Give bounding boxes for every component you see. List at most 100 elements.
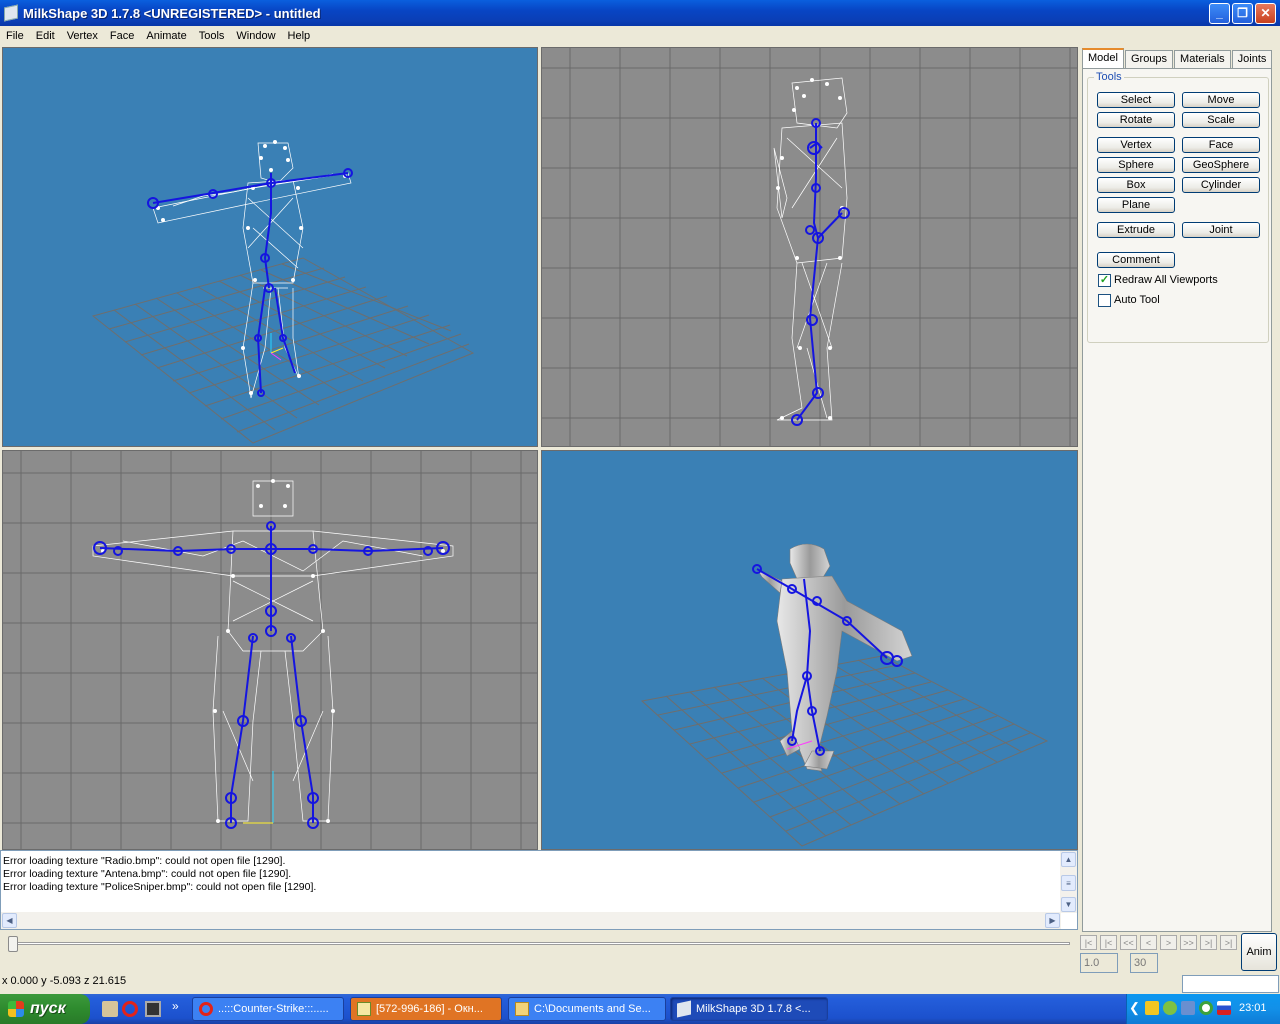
- start-button[interactable]: пуск: [0, 994, 90, 1024]
- menu-vertex[interactable]: Vertex: [61, 30, 104, 42]
- tab-model[interactable]: Model: [1082, 48, 1124, 69]
- tab-joints[interactable]: Joints: [1231, 50, 1273, 69]
- tools-groupbox: Tools Select Move Rotate Scale Vertex Fa…: [1087, 71, 1269, 343]
- scroll-up-icon[interactable]: ▲: [1061, 852, 1076, 867]
- language-flag-icon[interactable]: [1217, 1001, 1231, 1015]
- next-frame-button[interactable]: >: [1160, 935, 1177, 950]
- scroll-right-icon[interactable]: ▶: [1045, 913, 1060, 928]
- viewport-side[interactable]: [541, 47, 1078, 447]
- joint-button[interactable]: Joint: [1182, 222, 1260, 238]
- menu-bar: File Edit Vertex Face Animate Tools Wind…: [0, 26, 1280, 46]
- perspective-shaded-scene: [640, 543, 1049, 847]
- redraw-all-checkbox[interactable]: ✓: [1098, 274, 1111, 287]
- anim-toggle-button[interactable]: Anim: [1241, 933, 1277, 971]
- move-button[interactable]: Move: [1182, 92, 1260, 108]
- chat-icon: [357, 1002, 371, 1016]
- scroll-thumb[interactable]: ≡: [1061, 875, 1076, 891]
- first-frame-button[interactable]: |<: [1080, 935, 1097, 950]
- status-bar: x 0.000 y -5.093 z 21.615: [0, 974, 1280, 994]
- app-quicklaunch-icon[interactable]: [145, 1001, 161, 1017]
- menu-face[interactable]: Face: [104, 30, 140, 42]
- prev-key-button[interactable]: |<: [1100, 935, 1117, 950]
- comment-button[interactable]: Comment: [1097, 252, 1175, 268]
- viewport-3d-wireframe[interactable]: [2, 47, 538, 447]
- redraw-all-label: Redraw All Viewports: [1114, 274, 1218, 286]
- fast-forward-button[interactable]: >>: [1180, 935, 1197, 950]
- auto-tool-label: Auto Tool: [1114, 294, 1160, 306]
- last-frame-button[interactable]: >|: [1220, 935, 1237, 950]
- menu-tools[interactable]: Tools: [193, 30, 231, 42]
- prev-frame-button[interactable]: <: [1140, 935, 1157, 950]
- message-log[interactable]: Error loading texture "Radio.bmp": could…: [0, 850, 1078, 930]
- menu-window[interactable]: Window: [230, 30, 281, 42]
- log-horizontal-scrollbar[interactable]: ◀ ▶: [1, 912, 1061, 929]
- vertex-button[interactable]: Vertex: [1097, 137, 1175, 153]
- quicklaunch-overflow-icon[interactable]: »: [172, 999, 179, 1013]
- task-counter-strike[interactable]: ..:::Counter-Strike:::.....: [192, 997, 344, 1021]
- rewind-button[interactable]: <<: [1120, 935, 1137, 950]
- plane-button[interactable]: Plane: [1097, 197, 1175, 213]
- menu-file[interactable]: File: [0, 30, 30, 42]
- scroll-down-icon[interactable]: ▼: [1061, 897, 1076, 912]
- log-lines: Error loading texture "Radio.bmp": could…: [3, 855, 316, 894]
- face-button[interactable]: Face: [1182, 137, 1260, 153]
- perspective-wireframe-scene: [91, 140, 475, 444]
- scroll-left-icon[interactable]: ◀: [2, 913, 17, 928]
- animation-timeline[interactable]: [0, 932, 1078, 972]
- timeline-track[interactable]: [8, 942, 1070, 945]
- cursor-coordinates: x 0.000 y -5.093 z 21.615: [2, 975, 127, 987]
- minimize-button[interactable]: _: [1209, 2, 1230, 24]
- box-button[interactable]: Box: [1097, 177, 1175, 193]
- extrude-button[interactable]: Extrude: [1097, 222, 1175, 238]
- rotate-button[interactable]: Rotate: [1097, 112, 1175, 128]
- opera-icon[interactable]: [122, 1001, 138, 1017]
- panel-tabs: Model Groups Materials Joints: [1082, 48, 1273, 69]
- log-vertical-scrollbar[interactable]: ▲ ≡ ▼: [1060, 851, 1077, 913]
- menu-edit[interactable]: Edit: [30, 30, 61, 42]
- tab-groups[interactable]: Groups: [1124, 50, 1174, 69]
- close-button[interactable]: ✕: [1255, 2, 1276, 24]
- front-view-scene: [3, 451, 537, 849]
- task-label: MilkShape 3D 1.7.8 <...: [696, 1003, 811, 1015]
- total-frames-field[interactable]: 30: [1130, 953, 1158, 973]
- window-title: MilkShape 3D 1.7.8 <UNREGISTERED> - unti…: [23, 5, 321, 21]
- tray-app-icon[interactable]: [1199, 1001, 1213, 1015]
- side-view-scene: [542, 48, 1077, 446]
- menu-help[interactable]: Help: [282, 30, 317, 42]
- milkshape-icon: [677, 1000, 691, 1018]
- menu-animate[interactable]: Animate: [140, 30, 192, 42]
- tray-icq-icon[interactable]: [1163, 1001, 1177, 1015]
- title-bar: MilkShape 3D 1.7.8 <UNREGISTERED> - unti…: [0, 0, 1280, 26]
- tool-panel: Model Groups Materials Joints Tools Sele…: [1080, 46, 1280, 932]
- viewport-front[interactable]: [2, 450, 538, 850]
- task-explorer[interactable]: C:\Documents and Se...: [508, 997, 666, 1021]
- task-chat-window[interactable]: [572-996-186] - Окн...: [350, 997, 502, 1021]
- tray-notify-icon[interactable]: [1145, 1001, 1159, 1015]
- task-label: ..:::Counter-Strike:::.....: [218, 1003, 329, 1015]
- restore-button[interactable]: ❐: [1232, 2, 1253, 24]
- select-button[interactable]: Select: [1097, 92, 1175, 108]
- show-desktop-icon[interactable]: [102, 1001, 118, 1017]
- geosphere-button[interactable]: GeoSphere: [1182, 157, 1260, 173]
- task-label: [572-996-186] - Окн...: [376, 1003, 483, 1015]
- task-milkshape[interactable]: MilkShape 3D 1.7.8 <...: [670, 997, 828, 1021]
- next-key-button[interactable]: >|: [1200, 935, 1217, 950]
- windows-logo-icon: [8, 1001, 24, 1017]
- current-frame-field[interactable]: 1.0: [1080, 953, 1118, 973]
- tab-materials[interactable]: Materials: [1174, 50, 1231, 69]
- auto-tool-checkbox[interactable]: [1098, 294, 1111, 307]
- timeline-slider-thumb[interactable]: [8, 936, 18, 952]
- clock: 23:01: [1239, 1002, 1267, 1014]
- animation-controls: |< |< << < > >> >| >| 1.0 30 Anim: [1078, 932, 1280, 974]
- cylinder-button[interactable]: Cylinder: [1182, 177, 1260, 193]
- sphere-button[interactable]: Sphere: [1097, 157, 1175, 173]
- viewport-3d-shaded[interactable]: [541, 450, 1078, 850]
- tray-network-icon[interactable]: [1181, 1001, 1195, 1015]
- taskbar: пуск » ..:::Counter-Strike:::..... [572-…: [0, 994, 1280, 1024]
- folder-icon: [515, 1002, 529, 1016]
- scale-button[interactable]: Scale: [1182, 112, 1260, 128]
- start-label: пуск: [30, 1000, 66, 1017]
- model-tab-pane: Tools Select Move Rotate Scale Vertex Fa…: [1082, 68, 1272, 932]
- log-line: Error loading texture "PoliceSniper.bmp"…: [3, 881, 317, 893]
- tray-expand-icon[interactable]: ❮: [1129, 1000, 1140, 1016]
